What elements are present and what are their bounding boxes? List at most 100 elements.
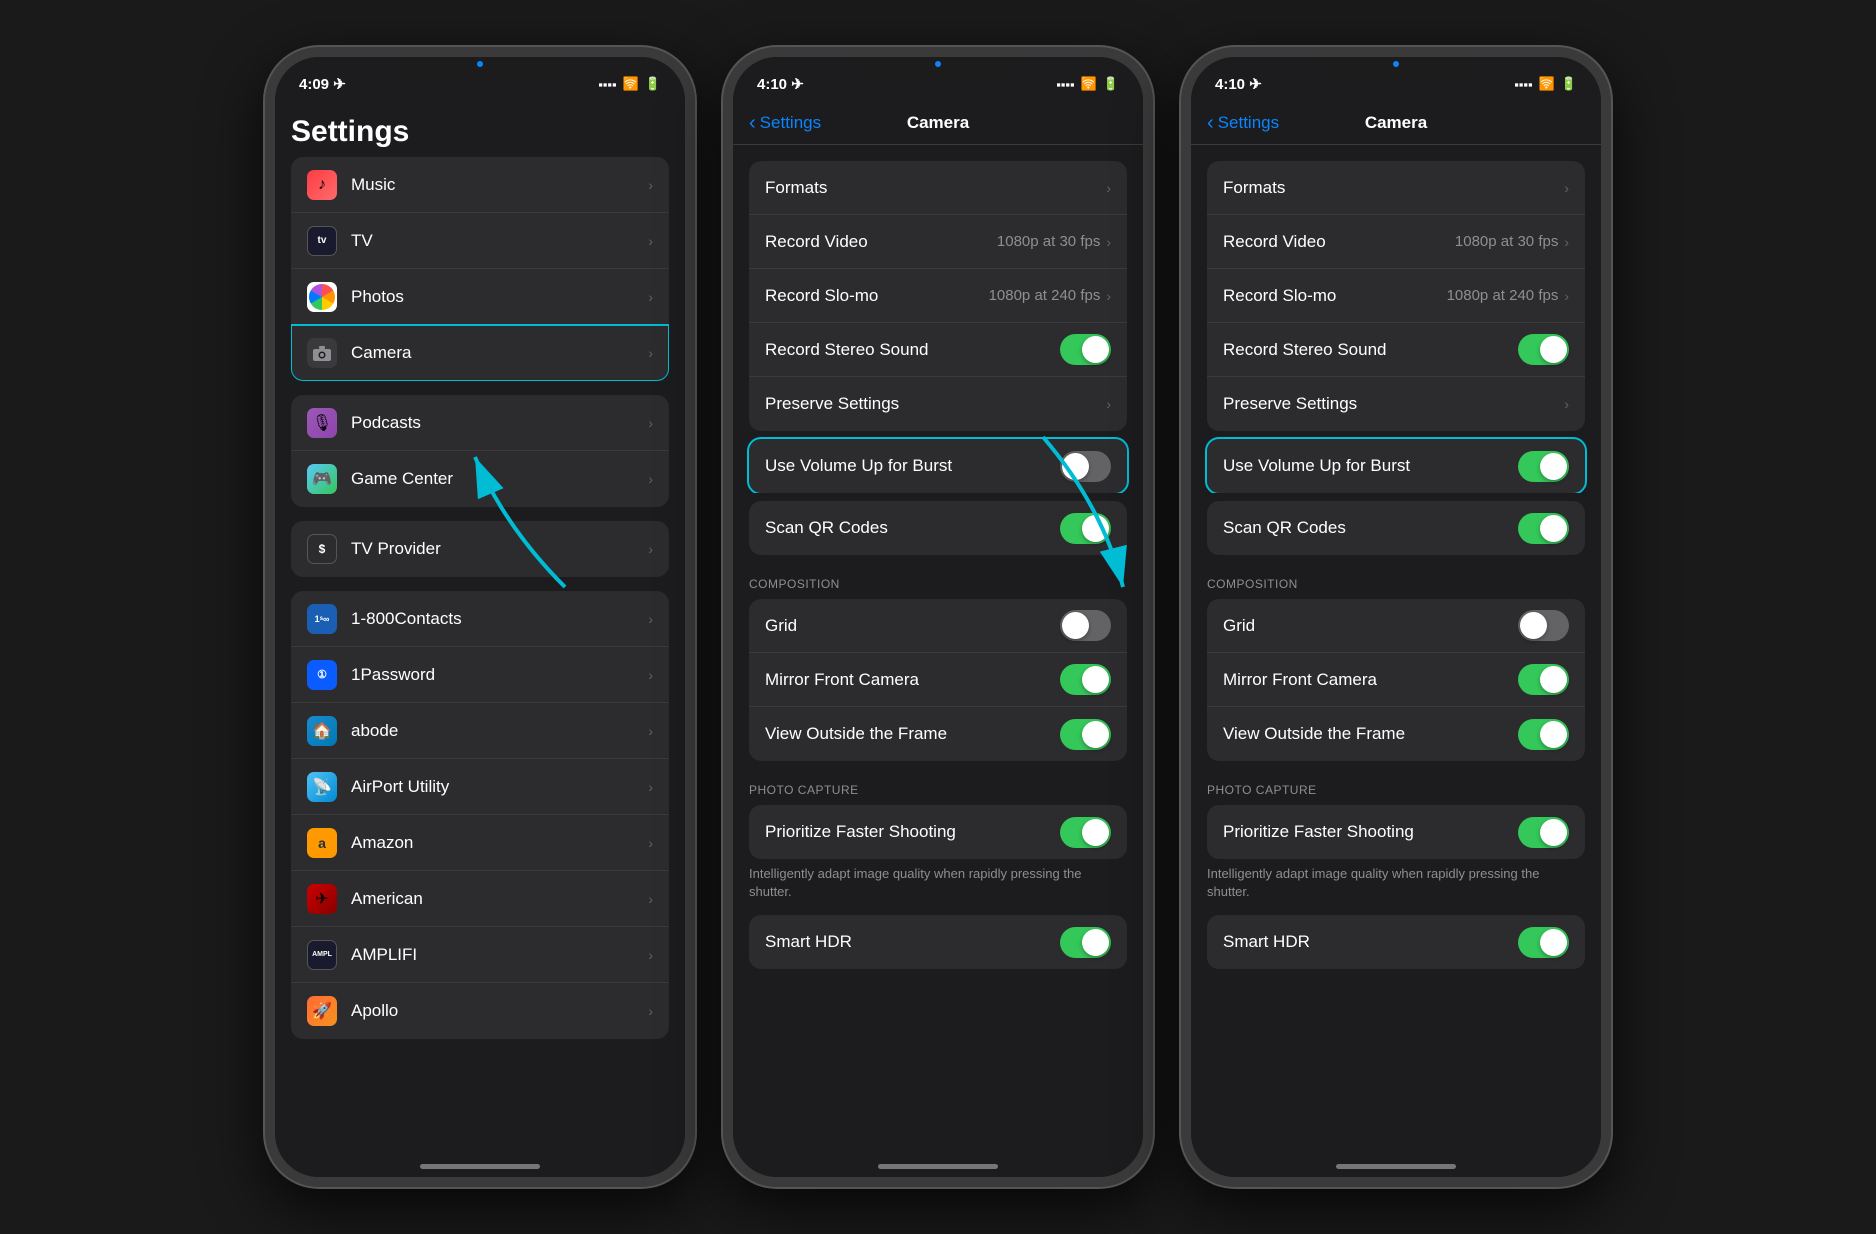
settings-item-tvprovider[interactable]: $ TV Provider ›	[291, 521, 669, 577]
settings-item-camera[interactable]: Camera ›	[291, 325, 669, 381]
amplifi-icon: AMPL	[307, 940, 337, 970]
smarthdr-toggle-3[interactable]	[1518, 927, 1569, 958]
tv-icon: tv	[307, 226, 337, 256]
cam-qr-group-2: Scan QR Codes	[749, 501, 1127, 555]
recordstereo-toggle-2[interactable]	[1060, 334, 1111, 365]
viewoutside-toggle-3[interactable]	[1518, 719, 1569, 750]
phone2-notch	[863, 57, 1013, 87]
settings-item-music[interactable]: ♪ Music ›	[291, 157, 669, 213]
cam-prioritize-2[interactable]: Prioritize Faster Shooting	[749, 805, 1127, 859]
gap-2d	[733, 761, 1143, 777]
cam-recordstereo-2[interactable]: Record Stereo Sound	[749, 323, 1127, 377]
cam-prioritize-3[interactable]: Prioritize Faster Shooting	[1207, 805, 1585, 859]
scanqr-toggle-3[interactable]	[1518, 513, 1569, 544]
cam-scanqr-2[interactable]: Scan QR Codes	[749, 501, 1127, 555]
settings-item-airport[interactable]: 📡 AirPort Utility ›	[291, 759, 669, 815]
recordstereo-toggle-3[interactable]	[1518, 334, 1569, 365]
cam-recordvideo-2[interactable]: Record Video 1080p at 30 fps ›	[749, 215, 1127, 269]
settings-item-apollo[interactable]: 🚀 Apollo ›	[291, 983, 669, 1039]
home-indicator-1	[420, 1164, 540, 1169]
settings-item-abode[interactable]: 🏠 abode ›	[291, 703, 669, 759]
settings-item-tv[interactable]: tv TV ›	[291, 213, 669, 269]
prioritize-toggle-3[interactable]	[1518, 817, 1569, 848]
settings-item-photos[interactable]: Photos ›	[291, 269, 669, 325]
amplifi-chevron: ›	[648, 947, 653, 963]
cam-scanqr-3[interactable]: Scan QR Codes	[1207, 501, 1585, 555]
grid-toggle-3[interactable]	[1518, 610, 1569, 641]
recordslomo-label-3: Record Slo-mo	[1223, 286, 1447, 306]
battery-icon-3: 🔋	[1561, 76, 1577, 92]
apollo-icon: 🚀	[307, 996, 337, 1026]
cam-grid-2[interactable]: Grid	[749, 599, 1127, 653]
cam-viewoutside-2[interactable]: View Outside the Frame	[749, 707, 1127, 761]
cam-content-2: Formats › Record Video 1080p at 30 fps ›…	[733, 145, 1143, 1177]
signal-icon-3: ▪▪▪▪	[1514, 77, 1532, 92]
status-icons-3: ▪▪▪▪ 🛜 🔋	[1514, 76, 1577, 92]
cam-mirrorfrontcamera-2[interactable]: Mirror Front Camera	[749, 653, 1127, 707]
cam-recordvideo-3[interactable]: Record Video 1080p at 30 fps ›	[1207, 215, 1585, 269]
composition-group-2: Grid Mirror Front Camera View Outside th…	[749, 599, 1127, 761]
nav-title-3: Camera	[1365, 113, 1427, 133]
prioritize-note-3: Intelligently adapt image quality when r…	[1191, 859, 1601, 911]
prioritize-label-2: Prioritize Faster Shooting	[765, 822, 1060, 842]
signal-icon-2: ▪▪▪▪	[1056, 77, 1074, 92]
status-icons-2: ▪▪▪▪ 🛜 🔋	[1056, 76, 1119, 92]
podcasts-icon: 🎙	[307, 408, 337, 438]
phone1-screen: 4:09 ✈ ▪▪▪▪ 🛜 🔋 Settings	[275, 57, 685, 1177]
cam-smarthdr-3[interactable]: Smart HDR	[1207, 915, 1585, 969]
preservesettings-chevron-3: ›	[1564, 396, 1569, 412]
composition-group-3: Grid Mirror Front Camera View Outside th…	[1207, 599, 1585, 761]
cam-recordstereo-3[interactable]: Record Stereo Sound	[1207, 323, 1585, 377]
camera-icon	[307, 338, 337, 368]
back-button-3[interactable]: ‹ Settings	[1207, 113, 1279, 133]
settings-item-amplifi[interactable]: AMPL AMPLIFI ›	[291, 927, 669, 983]
cam-mirrorfrontcamera-3[interactable]: Mirror Front Camera	[1207, 653, 1585, 707]
small-gap-3b	[1191, 493, 1601, 501]
viewoutside-toggle-2[interactable]	[1060, 719, 1111, 750]
grid-toggle-2[interactable]	[1060, 610, 1111, 641]
usevolume-label-3: Use Volume Up for Burst	[1223, 456, 1518, 476]
cam-preservesettings-3[interactable]: Preserve Settings ›	[1207, 377, 1585, 431]
phone2-frame: 4:10 ✈ ▪▪▪▪ 🛜 🔋 ‹ Settings Camera	[723, 47, 1153, 1187]
usevolume-toggle-2[interactable]	[1060, 451, 1111, 482]
camera-label: Camera	[351, 343, 648, 363]
cam-formats-2[interactable]: Formats ›	[749, 161, 1127, 215]
smarthdr-toggle-2[interactable]	[1060, 927, 1111, 958]
settings-item-1password[interactable]: ① 1Password ›	[291, 647, 669, 703]
cam-recordslomo-3[interactable]: Record Slo-mo 1080p at 240 fps ›	[1207, 269, 1585, 323]
prioritize-toggle-2[interactable]	[1060, 817, 1111, 848]
mirrorfrontcamera-toggle-2[interactable]	[1060, 664, 1111, 695]
cam-viewoutside-3[interactable]: View Outside the Frame	[1207, 707, 1585, 761]
settings-item-american[interactable]: ✈ American ›	[291, 871, 669, 927]
smarthdr-group-3: Smart HDR	[1207, 915, 1585, 969]
usevolume-toggle-3[interactable]	[1518, 451, 1569, 482]
settings-item-1800[interactable]: 1ˢ∞ 1-800Contacts ›	[291, 591, 669, 647]
phone2-wrapper: 4:10 ✈ ▪▪▪▪ 🛜 🔋 ‹ Settings Camera	[723, 47, 1153, 1187]
smarthdr-label-3: Smart HDR	[1223, 932, 1518, 952]
scanqr-toggle-2[interactable]	[1060, 513, 1111, 544]
settings-item-amazon[interactable]: a Amazon ›	[291, 815, 669, 871]
usevolume-label-2: Use Volume Up for Burst	[765, 456, 1060, 476]
mirrorfrontcamera-toggle-3[interactable]	[1518, 664, 1569, 695]
cam-preservesettings-2[interactable]: Preserve Settings ›	[749, 377, 1127, 431]
tv-chevron: ›	[648, 233, 653, 249]
amazon-icon: a	[307, 828, 337, 858]
back-button-2[interactable]: ‹ Settings	[749, 113, 821, 133]
tv-label: TV	[351, 231, 648, 251]
cam-recordslomo-2[interactable]: Record Slo-mo 1080p at 240 fps ›	[749, 269, 1127, 323]
phone1-frame: 4:09 ✈ ▪▪▪▪ 🛜 🔋 Settings	[265, 47, 695, 1187]
cam-formats-3[interactable]: Formats ›	[1207, 161, 1585, 215]
cam-usevolume-3[interactable]: Use Volume Up for Burst	[1207, 439, 1585, 493]
settings-item-podcasts[interactable]: 🎙 Podcasts ›	[291, 395, 669, 451]
battery-icon-2: 🔋	[1103, 76, 1119, 92]
podcasts-label: Podcasts	[351, 413, 648, 433]
status-time-1: 4:09 ✈	[299, 75, 346, 93]
smarthdr-group-2: Smart HDR	[749, 915, 1127, 969]
cam-smarthdr-2[interactable]: Smart HDR	[749, 915, 1127, 969]
back-chevron-3: ‹	[1207, 113, 1214, 133]
mirrorfrontcamera-label-2: Mirror Front Camera	[765, 670, 1060, 690]
apollo-chevron: ›	[648, 1003, 653, 1019]
settings-item-gamecenter[interactable]: 🎮 Game Center ›	[291, 451, 669, 507]
cam-grid-3[interactable]: Grid	[1207, 599, 1585, 653]
cam-usevolume-2[interactable]: Use Volume Up for Burst	[749, 439, 1127, 493]
